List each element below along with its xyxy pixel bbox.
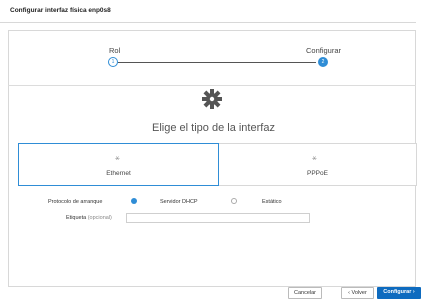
type-option-ethernet[interactable]: ⚹ Ethernet bbox=[18, 143, 219, 186]
static-label: Estático bbox=[262, 199, 282, 205]
cancel-button[interactable]: Cancelar bbox=[288, 287, 322, 299]
interface-type-heading: Elige el tipo de la interfaz bbox=[152, 122, 275, 134]
step-configure-indicator: 2 bbox=[318, 57, 328, 67]
step-role-label: Rol bbox=[109, 46, 121, 55]
tag-label: Etiqueta (opcional) bbox=[66, 215, 112, 221]
boot-protocol-label: Protocolo de arranque bbox=[48, 199, 103, 205]
type-label-ethernet: Ethernet bbox=[106, 170, 131, 177]
dhcp-radio[interactable] bbox=[131, 198, 137, 204]
network-icon: ⚹ bbox=[115, 153, 120, 162]
tag-input[interactable] bbox=[126, 213, 310, 223]
tag-optional-text: (opcional) bbox=[87, 215, 112, 221]
dhcp-label: Servidor DHCP bbox=[160, 199, 198, 205]
step-progress-line bbox=[118, 62, 316, 63]
network-icon: ⚹ bbox=[312, 153, 317, 162]
cog-icon bbox=[202, 89, 222, 109]
type-label-pppoe: PPPoE bbox=[307, 170, 328, 177]
configure-interface-dialog: Configurar interfaz física enp0s8 Rol Co… bbox=[0, 0, 427, 303]
configure-button[interactable]: Configurar › bbox=[377, 287, 421, 299]
divider bbox=[8, 85, 416, 86]
static-radio[interactable] bbox=[231, 198, 237, 204]
tag-label-text: Etiqueta bbox=[66, 215, 87, 221]
step-role-indicator[interactable]: 1 bbox=[108, 57, 118, 67]
step-configure-label: Configurar bbox=[306, 46, 342, 55]
back-button[interactable]: ‹ Volver bbox=[341, 287, 374, 299]
dialog-title: Configurar interfaz física enp0s8 bbox=[0, 0, 416, 23]
type-option-pppoe[interactable]: ⚹ PPPoE bbox=[219, 143, 417, 186]
